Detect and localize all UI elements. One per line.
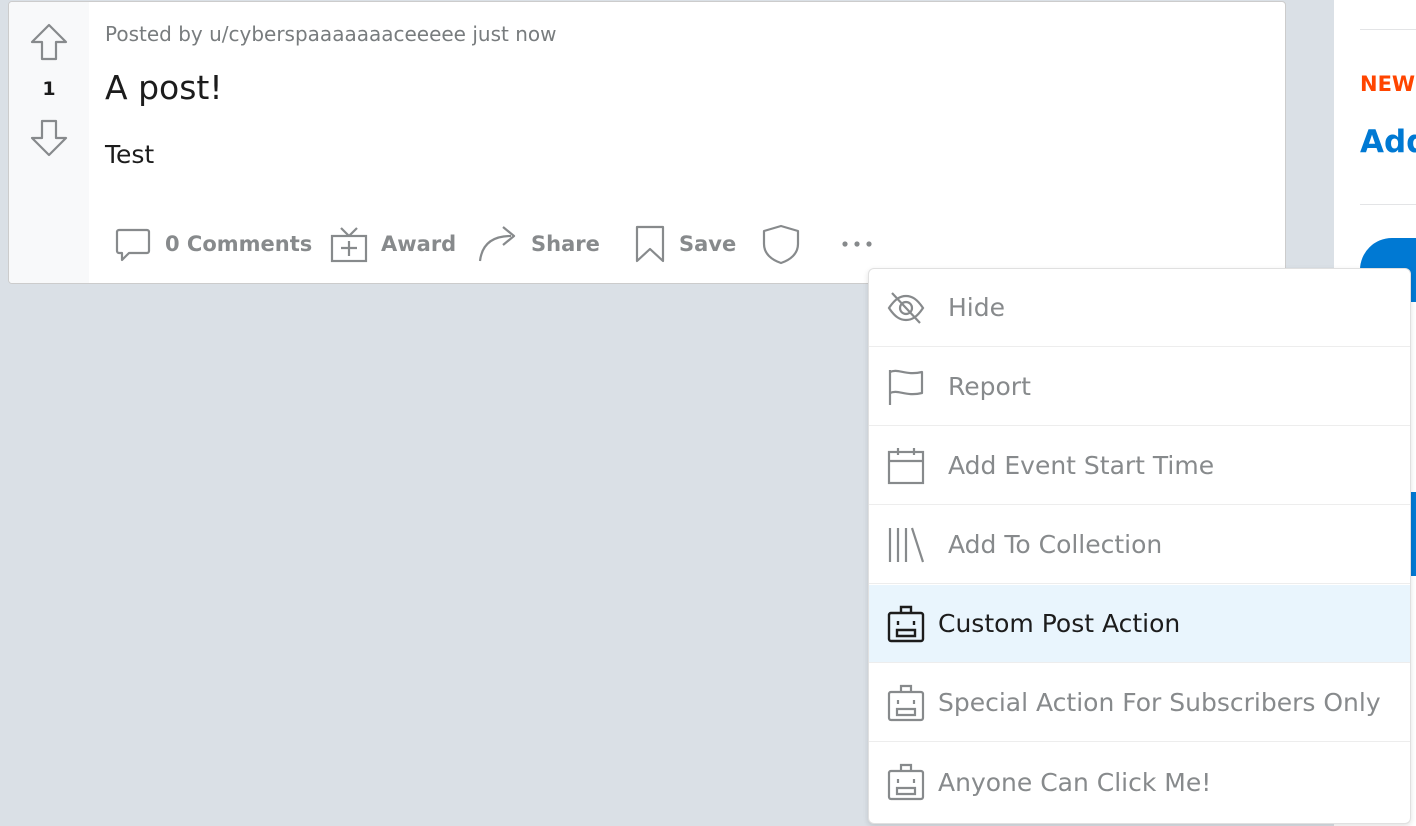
menu-item-add-event-start-time[interactable]: Add Event Start Time <box>869 427 1410 505</box>
more-options-button[interactable] <box>829 218 885 270</box>
post-meta: Posted by u/cyberspaaaaaaaceeeee just no… <box>105 22 557 46</box>
collection-icon <box>886 525 926 565</box>
award-button[interactable]: Award <box>321 218 469 270</box>
new-badge: NEW <box>1360 72 1416 96</box>
menu-item-label: Hide <box>948 293 1005 322</box>
arrow-up-icon <box>30 23 68 61</box>
menu-item-label: Anyone Can Click Me! <box>938 767 1212 797</box>
mod-shield-button[interactable] <box>753 218 829 270</box>
save-label: Save <box>679 232 737 256</box>
share-button[interactable]: Share <box>469 218 625 270</box>
upvote-button[interactable] <box>27 20 71 64</box>
bot-icon <box>886 683 926 723</box>
menu-item-label: Report <box>948 372 1031 401</box>
downvote-button[interactable] <box>27 116 71 160</box>
menu-item-special-action-subscribers[interactable]: Special Action For Subscribers Only <box>869 664 1410 742</box>
eye-slash-icon <box>886 288 926 328</box>
menu-item-custom-post-action[interactable]: Custom Post Action <box>869 585 1410 663</box>
bot-icon <box>886 762 926 802</box>
vote-column: 1 <box>9 2 89 283</box>
shield-icon <box>762 224 800 265</box>
save-button[interactable]: Save <box>625 218 753 270</box>
bookmark-icon <box>635 225 665 263</box>
sidebar-divider <box>1360 29 1416 30</box>
vote-score: 1 <box>42 78 56 100</box>
menu-item-add-to-collection[interactable]: Add To Collection <box>869 506 1410 584</box>
menu-item-report[interactable]: Report <box>869 348 1410 426</box>
post-title[interactable]: A post! <box>105 68 223 107</box>
gift-icon <box>330 227 368 263</box>
flag-icon <box>886 367 926 407</box>
menu-item-label: Add To Collection <box>948 530 1163 559</box>
comment-icon <box>115 228 151 262</box>
share-label: Share <box>531 232 600 256</box>
post-options-menu: Hide Report Add Event Start Time Add To … <box>868 268 1411 824</box>
ellipsis-icon <box>842 241 872 247</box>
comments-label: 0 Comments <box>165 232 313 256</box>
menu-item-label: Custom Post Action <box>938 609 1181 638</box>
arrow-down-icon <box>30 119 68 157</box>
menu-item-label: Add Event Start Time <box>948 451 1215 480</box>
post-card: 1 Posted by u/cyberspaaaaaaaceeeee just … <box>8 1 1286 284</box>
share-arrow-icon <box>478 226 516 262</box>
sidebar-divider <box>1360 204 1416 205</box>
post-body: Test <box>105 140 155 169</box>
calendar-icon <box>886 446 926 486</box>
bot-icon <box>886 604 926 644</box>
menu-item-hide[interactable]: Hide <box>869 269 1410 347</box>
comments-button[interactable]: 0 Comments <box>105 218 321 270</box>
menu-item-label: Special Action For Subscribers Only <box>938 688 1381 717</box>
post-actions: 0 Comments Award Share Save <box>105 218 885 270</box>
award-label: Award <box>381 232 457 256</box>
sidebar-add-link[interactable]: Add <box>1360 124 1416 160</box>
menu-item-anyone-can-click[interactable]: Anyone Can Click Me! <box>869 743 1410 821</box>
